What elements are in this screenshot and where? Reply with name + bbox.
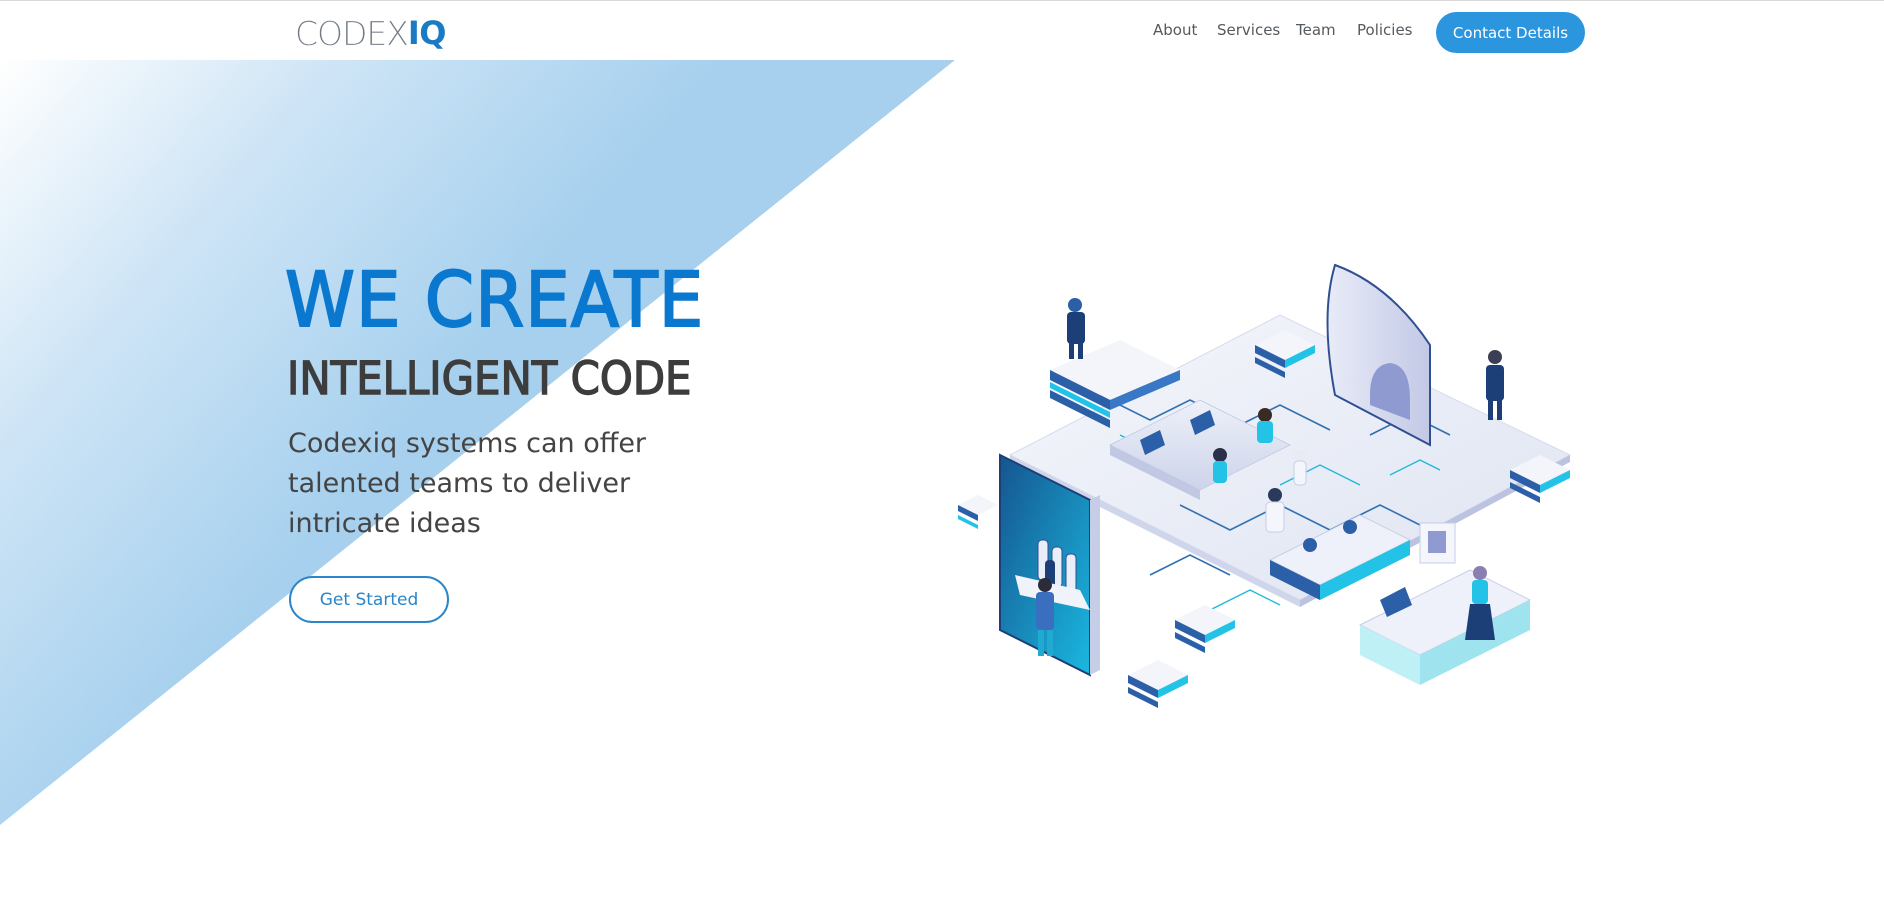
hero-headline-secondary: INTELLIGENT CODE — [286, 352, 692, 405]
person-right — [1486, 350, 1504, 420]
logo-text-light: CODEX — [295, 13, 409, 53]
codexiq-logo[interactable]: CODEX IQ — [295, 13, 447, 53]
person-top-left — [1067, 298, 1085, 359]
hero-headline-primary: WE CREATE — [284, 255, 705, 344]
nav-team[interactable]: Team — [1296, 21, 1336, 39]
nav-services[interactable]: Services — [1217, 21, 1280, 39]
hero-background-triangle — [0, 60, 955, 825]
nav-about[interactable]: About — [1153, 21, 1197, 39]
get-started-button[interactable]: Get Started — [289, 576, 449, 623]
isometric-office-illustration — [958, 263, 1572, 708]
hero-description: Codexiq systems can offer talented teams… — [288, 428, 647, 539]
person-lab — [1265, 488, 1285, 533]
logo-text-bold: IQ — [407, 14, 447, 52]
nav-policies[interactable]: Policies — [1357, 21, 1412, 39]
contact-details-button[interactable]: Contact Details — [1436, 12, 1585, 53]
page: CODEX IQ About Services Team Policies Con… — [0, 0, 1884, 909]
site-header: CODEX IQ About Services Team Policies Con… — [0, 1, 1884, 60]
